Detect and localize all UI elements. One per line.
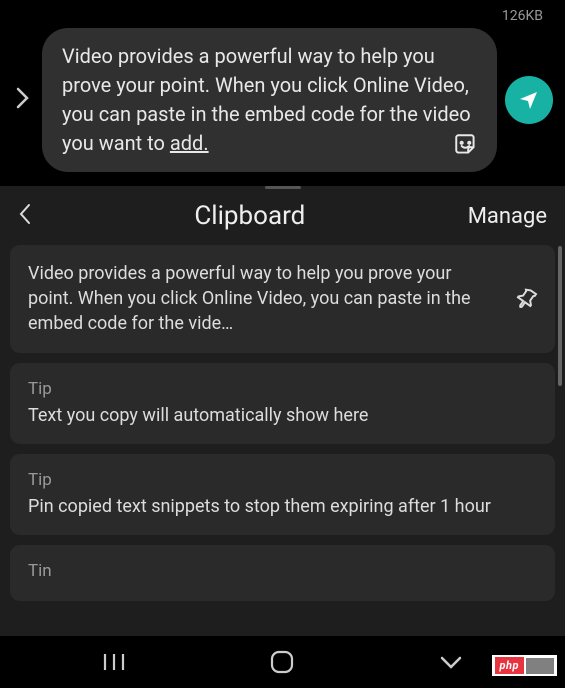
watermark-tail <box>526 658 554 674</box>
clipboard-item-text: Text you copy will automatically show he… <box>28 403 537 428</box>
clipboard-item-text: Video provides a powerful way to help yo… <box>28 261 499 337</box>
clipboard-title: Clipboard <box>32 201 468 231</box>
clipboard-item[interactable]: Video provides a powerful way to help yo… <box>10 245 555 353</box>
clipboard-item[interactable]: Tip Text you copy will automatically sho… <box>10 363 555 444</box>
tip-label: Tip <box>28 470 537 490</box>
scrollbar[interactable] <box>558 246 562 386</box>
message-underlined-text: add. <box>170 131 209 155</box>
send-button[interactable] <box>505 76 553 124</box>
home-button[interactable] <box>252 649 312 675</box>
watermark-logo: php <box>495 657 524 674</box>
manage-button[interactable]: Manage <box>468 204 547 229</box>
dismiss-keyboard-button[interactable] <box>421 654 481 670</box>
clipboard-item[interactable]: Tin <box>10 545 555 601</box>
message-input[interactable]: Video provides a powerful way to help yo… <box>42 28 497 172</box>
clipboard-item[interactable]: Tip Pin copied text snippets to stop the… <box>10 454 555 535</box>
send-icon <box>517 88 541 112</box>
watermark: php <box>492 655 557 676</box>
clipboard-item-text: Pin copied text snippets to stop them ex… <box>28 494 537 519</box>
attachment-size-label: 126KB <box>12 8 553 24</box>
pin-icon[interactable] <box>508 281 544 317</box>
navigation-bar <box>0 636 565 688</box>
clipboard-panel: Clipboard Manage Video provides a powerf… <box>0 186 565 656</box>
back-button[interactable] <box>18 203 32 230</box>
recents-button[interactable] <box>84 652 144 672</box>
sticker-icon[interactable] <box>453 132 479 158</box>
message-text: Video provides a powerful way to help yo… <box>62 44 471 155</box>
tip-label: Tip <box>28 379 537 399</box>
expand-input-button[interactable] <box>12 87 34 114</box>
tip-label: Tin <box>28 561 537 581</box>
